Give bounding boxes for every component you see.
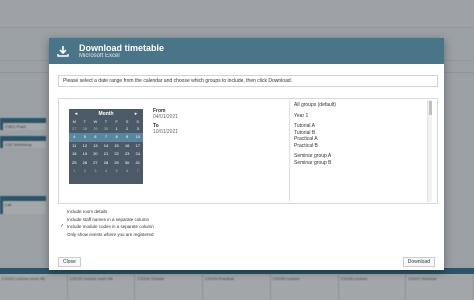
- calendar-day[interactable]: 22: [111, 150, 122, 158]
- calendar-weekday: T: [83, 119, 87, 124]
- calendar-day[interactable]: 7: [132, 167, 143, 175]
- date-picker-calendar[interactable]: ◂ Month ▸ MTWTFSS 27 28 29 30 1 2 3 4 5 6 7 8 9 10 11 1…: [69, 109, 143, 184]
- calendar-weekday: F: [115, 119, 118, 124]
- download-icon: [57, 45, 69, 57]
- calendar-day[interactable]: 1: [111, 125, 122, 133]
- calendar-day[interactable]: 4: [101, 167, 112, 175]
- calendar-day[interactable]: 12: [80, 142, 91, 150]
- dialog-title: Download timetable: [79, 42, 165, 53]
- calendar-day[interactable]: 6: [122, 167, 133, 175]
- calendar-day[interactable]: 14: [101, 142, 112, 150]
- calendar-day[interactable]: 5: [79, 133, 91, 142]
- export-options: Include room details Include staff names…: [60, 208, 290, 238]
- option-label: Include room details: [67, 209, 108, 214]
- download-timetable-dialog: Download timetable Microsoft Excel Pleas…: [49, 38, 444, 270]
- option-label: Include staff names in a separate column: [67, 216, 149, 222]
- download-button[interactable]: Download: [402, 257, 435, 267]
- calendar-day[interactable]: 6: [90, 133, 101, 142]
- calendar-day[interactable]: 15: [111, 142, 122, 150]
- date-range: From 04/01/2021 To 10/01/2021: [153, 108, 233, 139]
- calendar-day[interactable]: 21: [101, 150, 112, 158]
- to-value: 10/01/2021: [153, 128, 179, 135]
- calendar-day[interactable]: 26: [80, 159, 91, 167]
- calendar-header: ◂ Month ▸: [69, 109, 143, 118]
- calendar-day[interactable]: 20: [90, 150, 101, 158]
- calendar-month-label: Month: [98, 110, 114, 117]
- group-list-item[interactable]: Seminar group B: [294, 160, 428, 167]
- dialog-header: Download timetable Microsoft Excel: [49, 38, 444, 64]
- calendar-day[interactable]: 16: [122, 142, 133, 150]
- calendar-weekday: W: [93, 119, 98, 124]
- calendar-day[interactable]: 27: [69, 125, 80, 133]
- option-checkbox[interactable]: Only show events where you are registere…: [60, 231, 290, 239]
- calendar-day[interactable]: 2: [80, 167, 91, 175]
- calendar-day[interactable]: 27: [90, 159, 101, 167]
- calendar-weekday: S: [125, 119, 129, 124]
- calendar-day[interactable]: 13: [90, 142, 101, 150]
- group-list-item[interactable]: Year 1: [294, 113, 428, 120]
- calendar-weekday: S: [136, 119, 140, 124]
- calendar-day[interactable]: 10: [132, 133, 143, 142]
- close-button[interactable]: Close: [58, 257, 81, 267]
- calendar-day[interactable]: 4: [69, 133, 80, 142]
- calendar-weekday: T: [104, 119, 108, 124]
- chevron-right-icon[interactable]: ▸: [132, 111, 140, 117]
- option-checkbox[interactable]: Include room details: [60, 208, 290, 216]
- calendar-day[interactable]: 28: [80, 125, 91, 133]
- option-checkbox[interactable]: ✓ Include module codes in a separate col…: [60, 223, 290, 231]
- calendar-weekdays: MTWTFSS: [69, 118, 143, 125]
- info-message: Please select a date range from the cale…: [58, 75, 438, 87]
- scrollbar-thumb[interactable]: [429, 101, 432, 115]
- calendar-day[interactable]: 24: [132, 150, 143, 158]
- calendar-day[interactable]: 23: [122, 150, 133, 158]
- calendar-weekday: M: [72, 119, 76, 124]
- calendar-day[interactable]: 7: [100, 133, 112, 142]
- calendar-day[interactable]: 11: [69, 142, 80, 150]
- calendar-day[interactable]: 28: [101, 159, 112, 167]
- option-label: Only show events where you are registere…: [67, 231, 154, 237]
- from-value: 04/01/2021: [153, 113, 179, 120]
- calendar-day[interactable]: 29: [111, 159, 122, 167]
- calendar-day[interactable]: 18: [69, 150, 80, 158]
- calendar-day[interactable]: 25: [69, 159, 80, 167]
- calendar-day[interactable]: 30: [101, 125, 112, 133]
- option-label: Include module codes in a separate colum…: [67, 224, 154, 229]
- group-list-scrollbar[interactable]: [427, 100, 432, 202]
- group-list-item[interactable]: Practical B: [294, 143, 428, 150]
- dialog-content: ◂ Month ▸ MTWTFSS 27 28 29 30 1 2 3 4 5 6 7 8 9 10 11 1…: [58, 98, 438, 204]
- calendar-day[interactable]: 1: [69, 167, 80, 175]
- calendar-days: 27 28 29 30 1 2 3 4 5 6 7 8 9 10 11 12 13 14 15 16 17 18 19 20 2…: [69, 125, 143, 175]
- checkmark-icon[interactable]: ✓: [60, 223, 65, 231]
- group-list[interactable]: All groups (default) Year 1 Tutorial A T…: [289, 100, 432, 202]
- calendar-day[interactable]: 17: [132, 142, 143, 150]
- calendar-day[interactable]: 3: [132, 125, 143, 133]
- group-list-item[interactable]: All groups (default): [294, 102, 428, 109]
- calendar-day[interactable]: 9: [121, 133, 133, 142]
- calendar-day[interactable]: 2: [122, 125, 133, 133]
- calendar-day[interactable]: 29: [90, 125, 101, 133]
- calendar-day[interactable]: 3: [90, 167, 101, 175]
- chevron-left-icon[interactable]: ◂: [72, 111, 80, 117]
- dialog-subtitle: Microsoft Excel: [79, 52, 120, 59]
- calendar-day[interactable]: 19: [80, 150, 91, 158]
- option-checkbox[interactable]: Include staff names in a separate column: [60, 216, 290, 224]
- calendar-day[interactable]: 31: [132, 159, 143, 167]
- calendar-day[interactable]: 8: [111, 133, 122, 142]
- calendar-day[interactable]: 30: [122, 159, 133, 167]
- calendar-day[interactable]: 5: [111, 167, 122, 175]
